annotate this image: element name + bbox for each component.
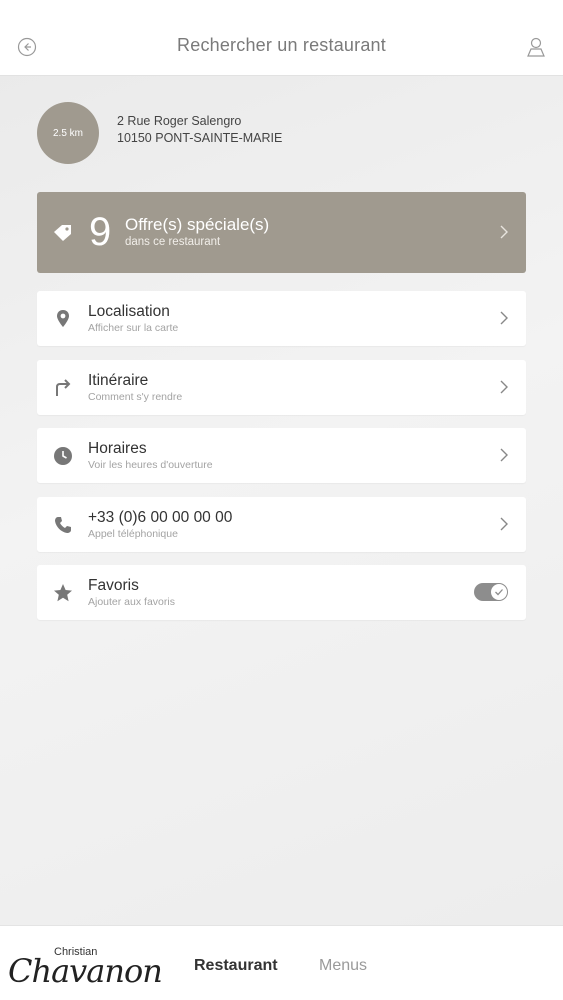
logo-lastname: Chavanon	[8, 952, 163, 990]
chevron-right-icon	[500, 448, 508, 462]
check-icon	[495, 589, 503, 596]
location-sublabel: Afficher sur la carte	[88, 322, 179, 334]
phone-icon	[55, 517, 71, 533]
map-pin-icon	[57, 310, 69, 327]
page-title: Rechercher un restaurant	[177, 35, 386, 55]
phone-label: +33 (0)6 00 00 00 00	[88, 509, 233, 526]
chevron-right-icon	[500, 225, 508, 239]
phone-item[interactable]: +33 (0)6 00 00 00 00 Appel téléphonique	[37, 497, 526, 552]
favorites-label: Favoris	[88, 577, 139, 594]
turn-right-arrow-icon	[56, 379, 71, 396]
bottom-navigation: Christian Chavanon Restaurant Menus	[0, 925, 563, 1000]
favorites-sublabel: Ajouter aux favoris	[88, 596, 175, 608]
itinerary-sublabel: Comment s'y rendre	[88, 391, 183, 403]
distance-label: 2.5 km	[52, 127, 83, 139]
offer-sublabel: dans ce restaurant	[125, 236, 221, 248]
user-location-icon[interactable]	[526, 36, 546, 58]
address-line-1: 2 Rue Roger Salengro	[117, 114, 242, 128]
address-line-2: 10150 PONT-SAINTE-MARIE	[117, 131, 283, 145]
offer-label: Offre(s) spéciale(s)	[125, 215, 270, 234]
tab-restaurant[interactable]: Restaurant	[194, 957, 278, 975]
phone-sublabel: Appel téléphonique	[88, 528, 178, 540]
clock-icon	[54, 447, 72, 465]
brand-logo: Christian Chavanon	[8, 940, 163, 990]
hours-item[interactable]: Horaires Voir les heures d'ouverture	[37, 428, 526, 483]
favorites-toggle[interactable]	[474, 583, 508, 601]
location-item[interactable]: Localisation Afficher sur la carte	[37, 291, 526, 346]
chevron-right-icon	[500, 517, 508, 531]
chevron-right-icon	[500, 311, 508, 325]
distance-badge: 2.5 km	[37, 102, 99, 164]
itinerary-label: Itinéraire	[88, 372, 149, 389]
special-offers-banner[interactable]: 9 Offre(s) spéciale(s) dans ce restauran…	[37, 192, 526, 273]
itinerary-item[interactable]: Itinéraire Comment s'y rendre	[37, 360, 526, 415]
restaurant-address: 2 Rue Roger Salengro 10150 PONT-SAINTE-M…	[117, 113, 282, 147]
header-bar: Rechercher un restaurant	[0, 0, 563, 76]
offer-count: 9	[89, 210, 112, 254]
location-label: Localisation	[88, 303, 170, 320]
star-icon	[54, 584, 72, 602]
chevron-right-icon	[500, 380, 508, 394]
toggle-knob	[491, 584, 507, 600]
hours-label: Horaires	[88, 440, 147, 457]
favorites-item: Favoris Ajouter aux favoris	[37, 565, 526, 620]
tag-icon	[54, 225, 71, 241]
tab-menus[interactable]: Menus	[319, 957, 367, 975]
hours-sublabel: Voir les heures d'ouverture	[88, 459, 213, 471]
